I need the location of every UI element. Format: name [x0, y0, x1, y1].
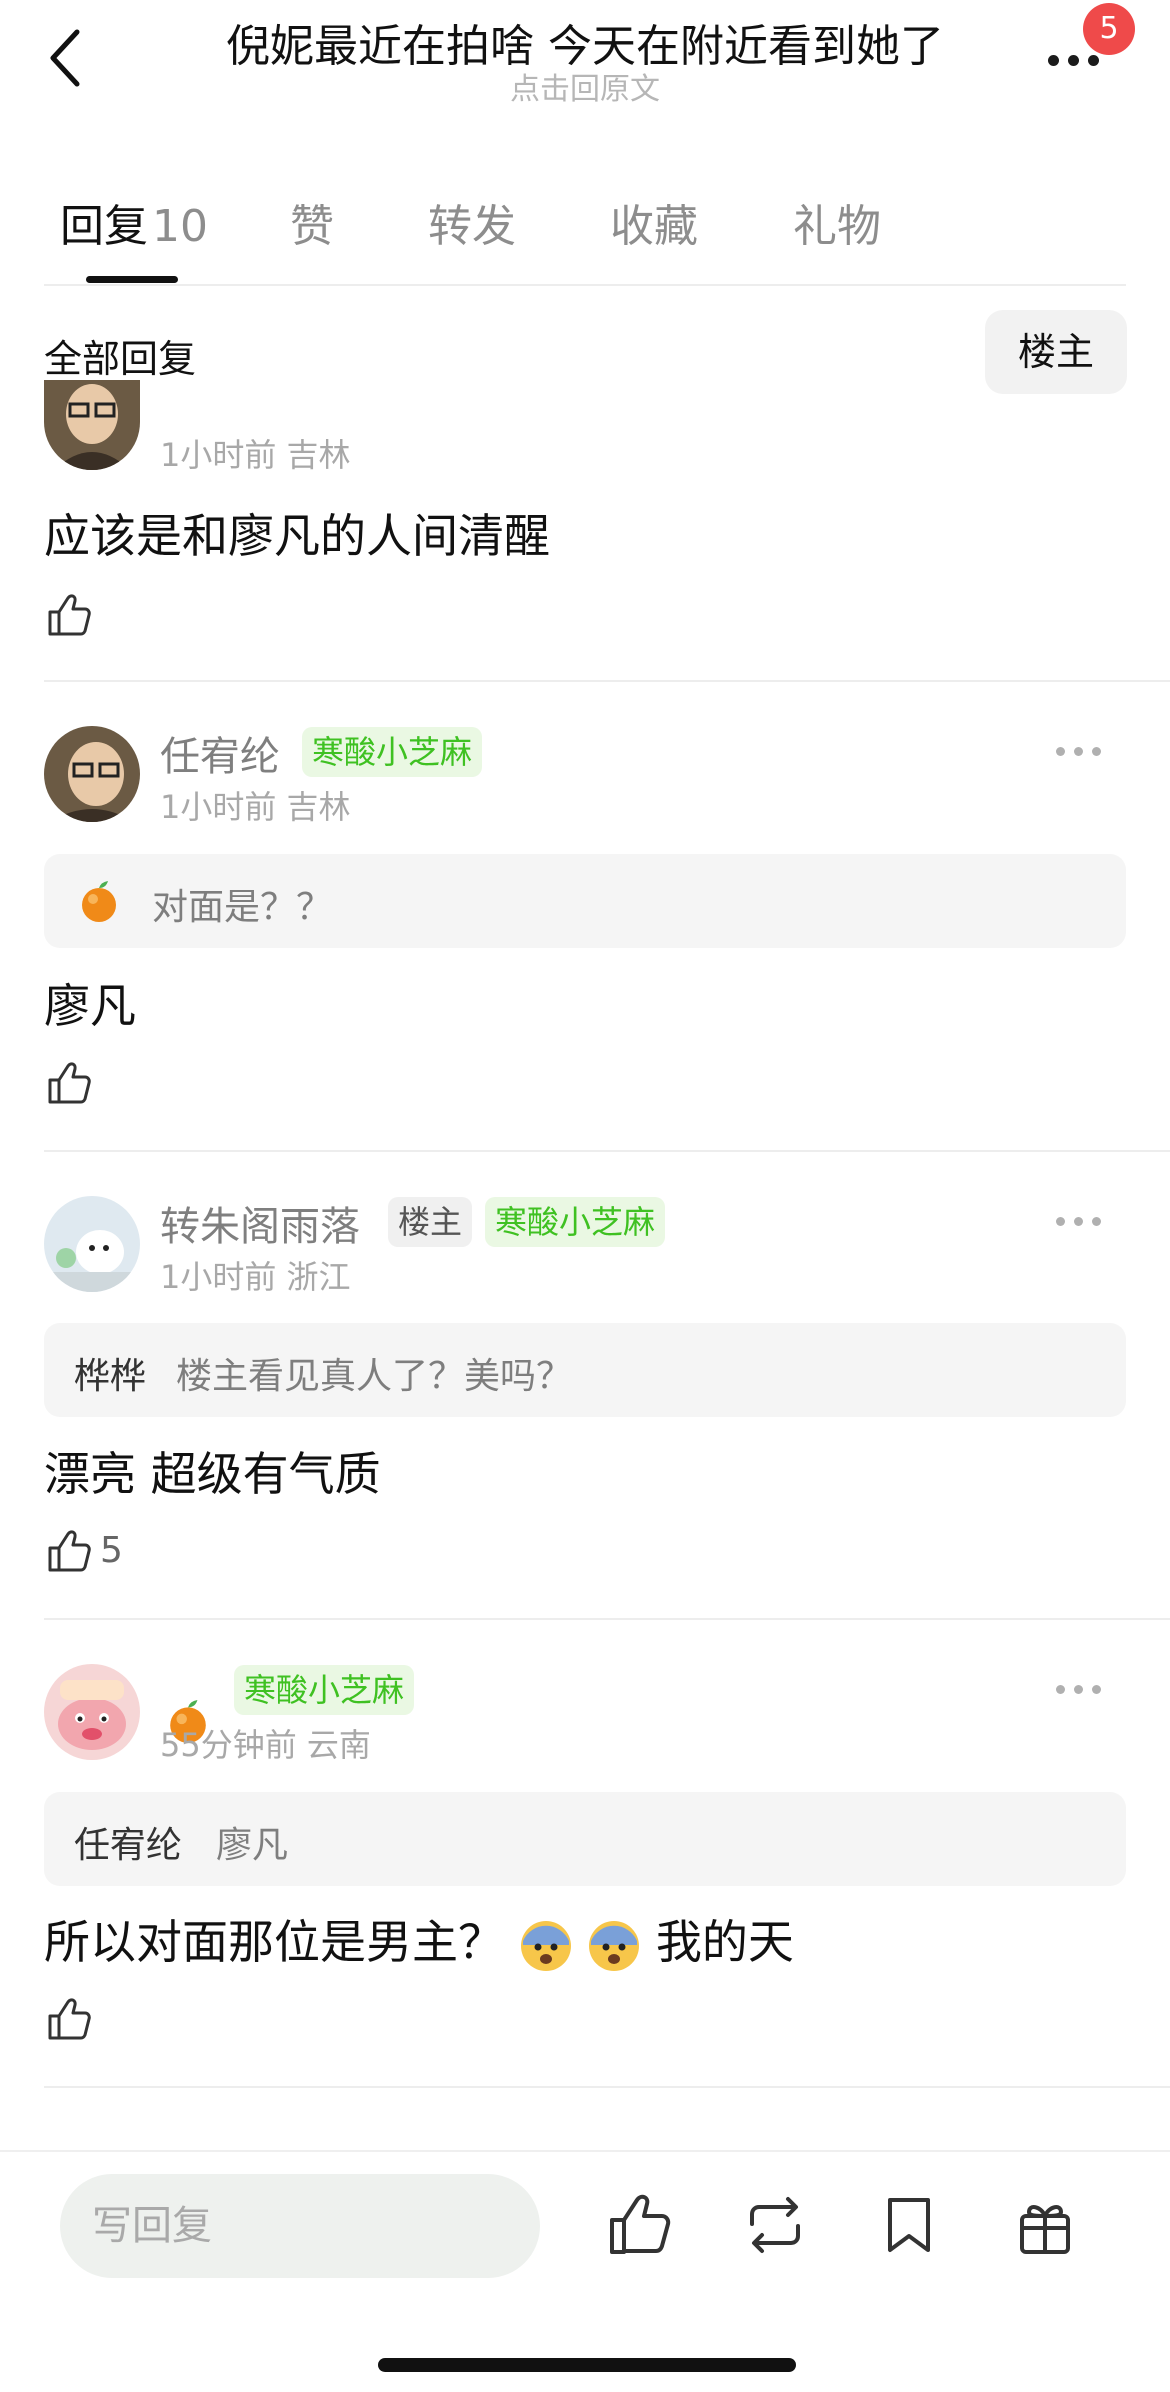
- divider: [44, 2086, 1170, 2088]
- dot: [1092, 747, 1101, 756]
- orange-emoji-icon: [82, 881, 116, 922]
- fearful-face-emoji-icon: [589, 1920, 640, 1971]
- comment-content: 应该是和廖凡的人间清醒: [44, 509, 550, 563]
- dot: [1092, 1685, 1101, 1694]
- divider: [44, 284, 1126, 286]
- avatar-image: [44, 726, 140, 822]
- comment-meta: 1小时前 吉林: [160, 436, 351, 474]
- quoted-reply[interactable]: 桦桦 楼主看见真人了？美吗？: [44, 1323, 1126, 1417]
- tab-favorites[interactable]: 收藏: [610, 190, 698, 254]
- bookmark-icon[interactable]: [874, 2190, 944, 2260]
- comment-content-suffix: 我的天: [655, 1915, 794, 1969]
- host-only-filter-button[interactable]: 楼主: [985, 310, 1127, 394]
- avatar-image: [44, 1664, 140, 1760]
- comment-meta: 1小时前 吉林: [160, 788, 351, 826]
- user-badge: 寒酸小芝麻: [302, 727, 483, 777]
- notification-badge: 5: [1083, 3, 1135, 55]
- quoted-author: 桦桦: [74, 1356, 147, 1397]
- quoted-reply[interactable]: 对面是？？: [44, 854, 1126, 948]
- thumbs-up-icon[interactable]: [44, 1526, 94, 1576]
- tab-likes[interactable]: 赞: [290, 190, 334, 254]
- top-header: 倪妮最近在拍啥 今天在附近看到她了 点击回原文 5: [0, 0, 1170, 130]
- more-dot: [1068, 55, 1079, 66]
- avatar-image: [44, 380, 140, 470]
- chevron-left-icon: [50, 29, 80, 87]
- more-dot: [1048, 55, 1059, 66]
- avatar[interactable]: [44, 726, 140, 822]
- avatar[interactable]: [44, 1664, 140, 1760]
- username[interactable]: 任宥纶: [160, 724, 280, 782]
- dot: [1056, 1685, 1065, 1694]
- dot: [1074, 747, 1083, 756]
- comment-meta: 55分钟前 云南: [160, 1726, 371, 1764]
- divider: [44, 1150, 1170, 1152]
- fearful-face-emoji-icon: [520, 1920, 571, 1971]
- comment-more-button[interactable]: [1052, 737, 1112, 767]
- tab-replies-label: 回复: [60, 201, 148, 252]
- divider: [0, 2150, 1170, 2152]
- repost-icon[interactable]: [740, 2190, 810, 2260]
- dot: [1074, 1217, 1083, 1226]
- home-indicator: [378, 2358, 796, 2372]
- divider: [44, 680, 1170, 682]
- back-to-original-link[interactable]: 点击回原文: [150, 64, 1020, 108]
- user-badge: 寒酸小芝麻: [485, 1197, 666, 1247]
- comment-content: 漂亮 超级有气质: [44, 1447, 381, 1501]
- tab-reposts[interactable]: 转发: [428, 190, 516, 254]
- like-icon[interactable]: [604, 2190, 674, 2260]
- thumbs-up-icon[interactable]: [44, 590, 94, 640]
- quoted-text: 对面是？？: [152, 887, 333, 928]
- quoted-text: 廖凡: [216, 1825, 289, 1866]
- dot: [1074, 1685, 1083, 1694]
- tab-bar: 回复10 赞 转发 收藏 礼物: [0, 180, 1170, 290]
- tab-replies[interactable]: 回复10: [60, 190, 208, 254]
- comment-more-button[interactable]: [1052, 1675, 1112, 1705]
- dot: [1056, 1217, 1065, 1226]
- tab-gifts[interactable]: 礼物: [793, 190, 881, 254]
- avatar[interactable]: [44, 380, 140, 470]
- comment-content-text: 所以对面那位是男主？: [44, 1915, 504, 1969]
- thumbs-up-icon[interactable]: [44, 1994, 94, 2044]
- more-dot: [1088, 55, 1099, 66]
- user-badge: 寒酸小芝麻: [234, 1665, 415, 1715]
- avatar-image: [44, 1196, 140, 1292]
- like-count: 5: [100, 1530, 123, 1571]
- comment-content: 廖凡: [44, 979, 136, 1033]
- section-title: 全部回复: [44, 337, 197, 381]
- quoted-text: 楼主看见真人了？美吗？: [176, 1356, 573, 1397]
- dot: [1056, 747, 1065, 756]
- reply-input[interactable]: 写回复: [60, 2174, 540, 2278]
- comment-meta: 1小时前 浙江: [160, 1258, 351, 1296]
- quoted-reply[interactable]: 任宥纶 廖凡: [44, 1792, 1126, 1886]
- divider: [44, 1618, 1170, 1620]
- comment-more-button[interactable]: [1052, 1207, 1112, 1237]
- avatar[interactable]: [44, 1196, 140, 1292]
- back-button[interactable]: [30, 18, 100, 98]
- active-tab-indicator: [86, 276, 178, 283]
- thumbs-up-icon[interactable]: [44, 1058, 94, 1108]
- comment-content: 所以对面那位是男主？ 我的天: [44, 1906, 794, 1973]
- gift-icon[interactable]: [1010, 2190, 1080, 2260]
- host-tag: 楼主: [388, 1197, 473, 1247]
- quoted-author: 任宥纶: [74, 1825, 183, 1866]
- dot: [1092, 1217, 1101, 1226]
- tab-replies-count: 10: [152, 201, 208, 252]
- username[interactable]: 转朱阁雨落: [160, 1194, 360, 1252]
